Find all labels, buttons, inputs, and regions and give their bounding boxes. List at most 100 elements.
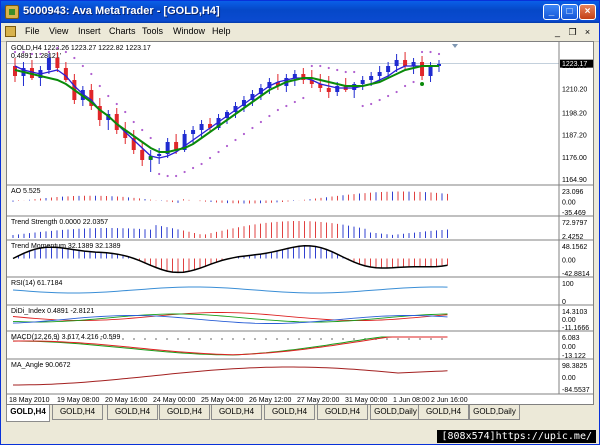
chart-tab-0[interactable]: GOLD,H4	[6, 405, 50, 422]
rsi-line	[12, 286, 448, 294]
candle-body	[335, 86, 340, 92]
chart-document-icon	[5, 26, 16, 37]
parabolic-sar-dot	[285, 104, 288, 108]
mdi-minimize-button[interactable]: _	[551, 26, 564, 38]
main-price-pane[interactable]: GOLD,H4 1223.26 1223.27 1222.82 1223.17 …	[7, 44, 559, 178]
mdi-restore-button[interactable]: ❐	[566, 26, 579, 38]
parabolic-sar-dot	[183, 170, 186, 174]
candle-body	[403, 60, 408, 66]
main-subheader: 0.4891 1.28121'	[11, 53, 61, 60]
chart-shift-marker-icon	[452, 44, 458, 48]
parabolic-sar-dot	[124, 110, 127, 114]
signal-dot	[420, 82, 425, 86]
price-tick-label: 1210.20	[562, 87, 587, 94]
chart-window[interactable]: GOLD,H4 1223.26 1223.27 1222.82 1223.17 …	[6, 41, 594, 405]
watermark-text: [808x574]https://upic.me/	[437, 430, 596, 443]
parabolic-sar-dot	[39, 52, 42, 56]
menu-help[interactable]: Help	[212, 26, 231, 36]
parabolic-sar-dot	[302, 96, 305, 100]
parabolic-sar-dot	[319, 64, 322, 68]
time-tick-label: 2 Jun 16:00	[431, 397, 468, 404]
parabolic-sar-dot	[395, 90, 398, 94]
parabolic-sar-dot	[225, 144, 229, 148]
parabolic-sar-dot	[251, 126, 254, 130]
parabolic-sar-dot	[98, 84, 101, 88]
time-tick-label: 18 May 2010	[9, 397, 50, 404]
minimize-button[interactable]: _	[543, 4, 560, 20]
signal-dot	[148, 156, 153, 160]
menu-view[interactable]: View	[49, 26, 68, 36]
pane-tick-trend-strength: 2.4252	[562, 234, 584, 241]
chart-tab-3[interactable]: GOLD,H4	[159, 405, 210, 420]
chart-tab-2[interactable]: GOLD,H4	[107, 405, 158, 420]
maximize-button[interactable]: □	[561, 4, 578, 20]
pane-tick-ao: 0.00	[562, 200, 576, 207]
time-axis: 18 May 2010 19 May 08:00 20 May 16:00 24 Ma…	[7, 393, 593, 404]
trend-momentum-line	[12, 245, 448, 274]
parabolic-sar-dot	[336, 68, 339, 72]
candle-body	[428, 66, 433, 76]
parabolic-sar-dot	[437, 52, 441, 56]
pane-tick-ma-angle: 0.00	[562, 375, 576, 382]
pane-tick-trend-momentum: -42.8814	[562, 271, 590, 278]
time-tick-label: 24 May 00:00	[153, 397, 196, 404]
window: 5000943: Ava MetaTrader - [GOLD,H4] _ □ …	[0, 0, 600, 445]
parabolic-sar-dot	[132, 120, 135, 124]
time-tick-label: 20 May 16:00	[105, 397, 148, 404]
candle-body	[369, 76, 374, 80]
price-tick-label: 1176.00	[562, 155, 587, 162]
parabolic-sar-dot	[234, 138, 237, 142]
pane-tick-didi: 14.3103	[562, 309, 587, 316]
parabolic-sar-dot	[115, 102, 118, 106]
price-tick-label: 1164.90	[562, 177, 587, 184]
chart-tab-9[interactable]: GOLD,Daily	[469, 405, 520, 420]
pane-tick-macd: 6.083	[562, 335, 580, 342]
menu-charts[interactable]: Charts	[109, 26, 136, 36]
pane-tick-rsi: 0	[562, 299, 566, 306]
pane-tick-ma-angle: -84.5537	[562, 387, 590, 394]
chart-tab-5[interactable]: GOLD,H4	[264, 405, 315, 420]
menu-insert[interactable]: Insert	[78, 26, 101, 36]
chart-tab-6[interactable]: GOLD,H4	[317, 405, 368, 420]
pane-tick-macd: -13.122	[562, 353, 586, 360]
parabolic-sar-dot	[370, 102, 373, 106]
candle-body	[157, 154, 162, 156]
price-tick-label: 1187.20	[562, 133, 587, 140]
parabolic-sar-dot	[81, 64, 84, 68]
title-bar[interactable]: 5000943: Ava MetaTrader - [GOLD,H4] _ □ …	[1, 1, 599, 23]
parabolic-sar-dot	[412, 80, 415, 84]
parabolic-sar-dot	[200, 162, 203, 166]
pane-tick-trend-momentum: 0.00	[562, 258, 576, 265]
candle-body	[394, 60, 399, 66]
chart-canvas[interactable]: GOLD,H4 1223.26 1223.27 1222.82 1223.17 …	[7, 42, 593, 404]
parabolic-sar-dot	[22, 50, 25, 54]
candle-body	[46, 58, 51, 70]
moving-average-green-line	[14, 65, 439, 153]
parabolic-sar-dot	[242, 132, 246, 136]
menu-window[interactable]: Window	[173, 26, 205, 36]
chart-tab-7[interactable]: GOLD,Daily	[370, 405, 421, 420]
pane-tick-ao: 23.096	[562, 189, 584, 196]
mdi-close-button[interactable]: ×	[581, 26, 594, 38]
price-tick-label: 1198.20	[562, 111, 587, 118]
chart-tab-8[interactable]: GOLD,H4	[418, 405, 469, 420]
parabolic-sar-dot	[166, 174, 169, 178]
pane-tick-ma-angle: 98.3825	[562, 363, 587, 370]
close-button[interactable]: ×	[579, 4, 596, 20]
parabolic-sar-dot	[56, 46, 59, 50]
time-tick-label: 1 Jun 08:00	[393, 397, 430, 404]
current-price-label: 1223.17	[562, 61, 587, 68]
chart-tab-4[interactable]: GOLD,H4	[211, 405, 262, 420]
parabolic-sar-dot	[47, 50, 51, 54]
menu-tools[interactable]: Tools	[142, 26, 163, 36]
pane-tick-ao: -35.469	[562, 210, 586, 217]
time-tick-label: 26 May 12:00	[249, 397, 292, 404]
menu-file[interactable]: File	[25, 26, 40, 36]
candle-body	[199, 124, 204, 130]
parabolic-sar-dot	[64, 50, 67, 54]
parabolic-sar-dot	[175, 174, 178, 178]
parabolic-sar-dot	[293, 100, 296, 104]
parabolic-sar-dot	[403, 84, 407, 88]
pane-label-ma-angle: MA_Angle 90.0672	[11, 362, 71, 369]
chart-tab-1[interactable]: GOLD,H4	[52, 405, 103, 420]
